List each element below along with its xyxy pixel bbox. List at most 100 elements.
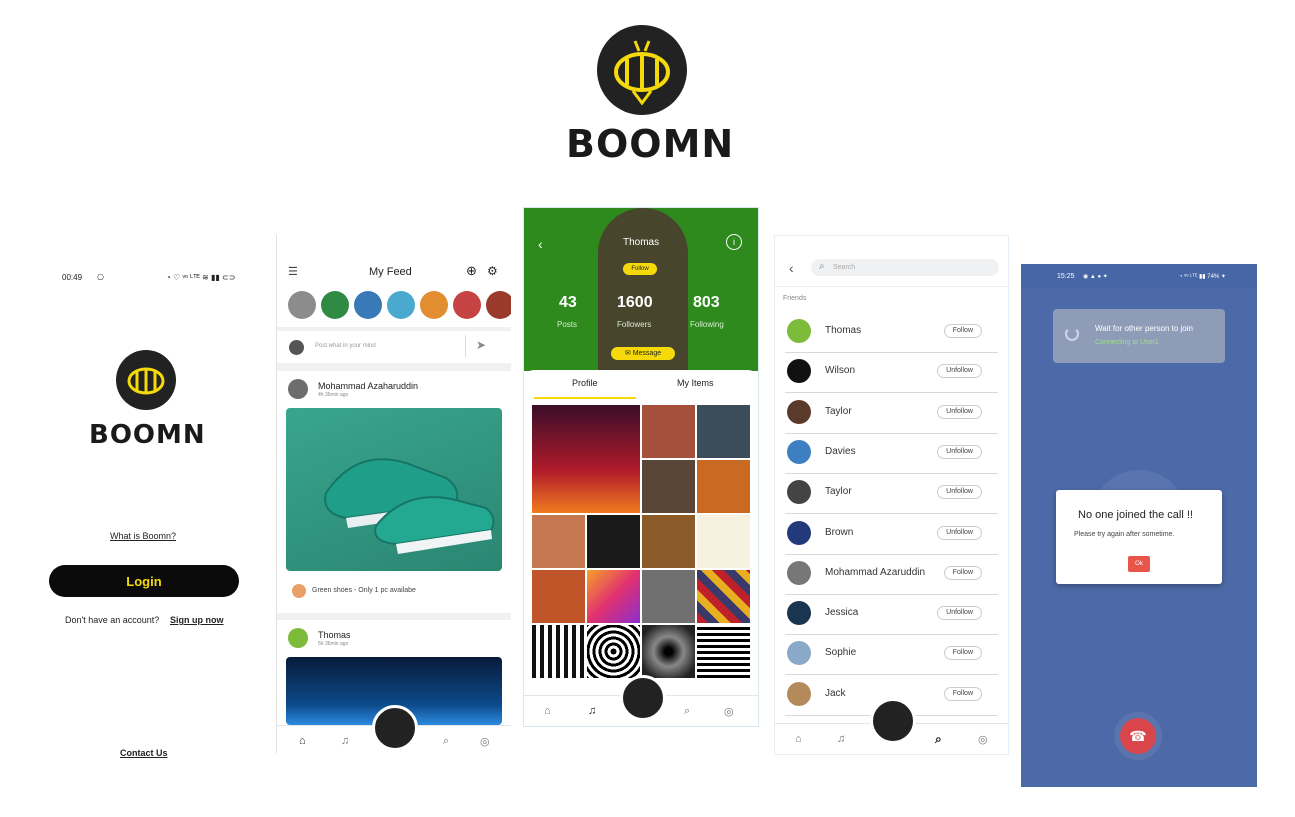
grid-photo-6[interactable] [532, 515, 585, 568]
friend-name[interactable]: Sophie [825, 647, 856, 658]
grid-photo-12[interactable] [642, 570, 695, 623]
search-input[interactable]: Search [833, 264, 855, 271]
friend-name[interactable]: Davies [825, 446, 856, 457]
friend-row[interactable]: Taylor Unfollow [785, 393, 998, 434]
post2-author[interactable]: Thomas [318, 630, 351, 640]
story-avatar[interactable] [387, 291, 415, 319]
friend-row[interactable]: Davies Unfollow [785, 433, 998, 474]
grid-photo-10[interactable] [532, 570, 585, 623]
post1-image[interactable] [286, 408, 502, 571]
grid-photo-9[interactable] [697, 515, 750, 568]
story-avatar[interactable] [453, 291, 481, 319]
friend-row[interactable]: Thomas Follow [785, 312, 998, 353]
grid-photo-1[interactable] [532, 405, 640, 513]
back-icon[interactable]: ‹ [789, 260, 794, 276]
friend-row[interactable]: Mohammad Azaruddin Follow [785, 554, 998, 595]
friend-row[interactable]: Brown Unfollow [785, 514, 998, 555]
center-bee-button[interactable] [870, 698, 916, 744]
grid-photo-7[interactable] [587, 515, 640, 568]
bell-icon[interactable]: ♫ [588, 705, 596, 717]
signup-link[interactable]: Sign up now [170, 615, 224, 625]
contact-link[interactable]: Contact Us [120, 748, 168, 758]
home-icon[interactable]: ⌂ [795, 733, 802, 745]
post1-author[interactable]: Mohammad Azaharuddin [318, 381, 418, 391]
home-icon[interactable]: ⌂ [544, 705, 551, 717]
friend-name[interactable]: Mohammad Azaruddin [825, 567, 925, 578]
settings-icon[interactable]: ⚙ [487, 264, 498, 278]
friend-row[interactable]: Sophie Follow [785, 634, 998, 676]
tab-profile[interactable]: Profile [572, 378, 598, 388]
add-post-icon[interactable]: ⊕ [466, 263, 477, 279]
search-nav-icon[interactable]: ⌕ [935, 732, 942, 747]
friend-row[interactable]: Taylor Unfollow [785, 473, 998, 515]
friend-name[interactable]: Brown [825, 527, 853, 538]
friend-avatar[interactable] [787, 319, 811, 343]
grid-photo-13[interactable] [697, 570, 750, 623]
bell-icon[interactable]: ♫ [837, 733, 845, 745]
profile-icon[interactable]: ◎ [724, 705, 734, 718]
story-avatar[interactable] [486, 291, 511, 319]
friend-avatar[interactable] [787, 399, 811, 424]
back-icon[interactable]: ‹ [538, 236, 543, 252]
center-bee-button[interactable] [620, 675, 666, 721]
friend-name[interactable]: Taylor [825, 486, 852, 497]
friend-action-button[interactable]: Unfollow [937, 444, 982, 459]
friend-action-button[interactable]: Follow [943, 565, 982, 580]
ok-button[interactable]: Ok [1128, 556, 1150, 572]
friend-name[interactable]: Jack [825, 688, 846, 699]
grid-photo-2[interactable] [642, 405, 695, 458]
grid-photo-11[interactable] [587, 570, 640, 623]
login-button[interactable]: Login [49, 565, 239, 597]
grid-photo-4[interactable] [642, 460, 695, 513]
friend-name[interactable]: Thomas [825, 325, 861, 336]
friend-avatar[interactable] [787, 480, 811, 505]
friend-action-button[interactable]: Follow [943, 324, 982, 338]
story-avatar[interactable] [321, 291, 349, 319]
info-icon[interactable]: i [726, 234, 742, 250]
friend-action-button[interactable]: Unfollow [937, 364, 982, 379]
profile-icon[interactable]: ◎ [480, 735, 490, 748]
friend-name[interactable]: Jessica [825, 607, 858, 618]
composer-input[interactable]: Post what in your mind [315, 343, 376, 349]
search-icon[interactable]: ⌕ [684, 705, 690, 718]
hang-up-button[interactable]: ☎ [1120, 718, 1156, 754]
tab-my-items[interactable]: My Items [677, 378, 714, 388]
friend-avatar[interactable] [787, 560, 811, 585]
friend-action-button[interactable]: Unfollow [937, 404, 982, 419]
friend-action-button[interactable]: Follow [943, 646, 982, 661]
grid-photo-8[interactable] [642, 515, 695, 568]
what-is-link[interactable]: What is Boomn? [110, 531, 176, 541]
friend-avatar[interactable] [787, 359, 811, 384]
post1-avatar[interactable] [288, 379, 308, 399]
friend-row[interactable]: Wilson Unfollow [785, 352, 998, 394]
story-avatar[interactable] [420, 291, 448, 319]
friend-avatar[interactable] [787, 520, 811, 545]
friend-avatar[interactable] [787, 681, 811, 706]
search-icon[interactable]: ⌕ [443, 735, 449, 748]
profile-icon[interactable]: ◎ [978, 733, 988, 746]
grid-photo-16[interactable] [642, 625, 695, 678]
grid-photo-15[interactable] [587, 625, 640, 678]
friend-avatar[interactable] [787, 641, 811, 666]
grid-photo-14[interactable] [532, 625, 585, 678]
friend-avatar[interactable] [787, 601, 811, 626]
home-icon[interactable]: ⌂ [299, 735, 306, 747]
friend-action-button[interactable]: Unfollow [937, 525, 982, 540]
grid-photo-5[interactable] [697, 460, 750, 513]
follow-button[interactable]: Follow [623, 263, 657, 275]
grid-photo-17[interactable] [697, 625, 750, 678]
friend-action-button[interactable]: Follow [943, 686, 982, 701]
story-avatar[interactable] [288, 291, 316, 319]
friend-name[interactable]: Taylor [825, 406, 852, 417]
grid-photo-3[interactable] [697, 405, 750, 458]
friend-row[interactable]: Jessica Unfollow [785, 594, 998, 636]
story-avatar[interactable] [354, 291, 382, 319]
post2-avatar[interactable] [288, 628, 308, 648]
filter-icon[interactable]: ☰ [288, 265, 298, 278]
send-icon[interactable]: ➤ [476, 338, 486, 352]
friend-avatar[interactable] [787, 439, 811, 464]
message-button[interactable]: ✉ Message [611, 347, 675, 360]
friend-action-button[interactable]: Unfollow [937, 485, 982, 500]
friend-name[interactable]: Wilson [825, 365, 855, 376]
bell-icon[interactable]: ♫ [341, 735, 349, 747]
